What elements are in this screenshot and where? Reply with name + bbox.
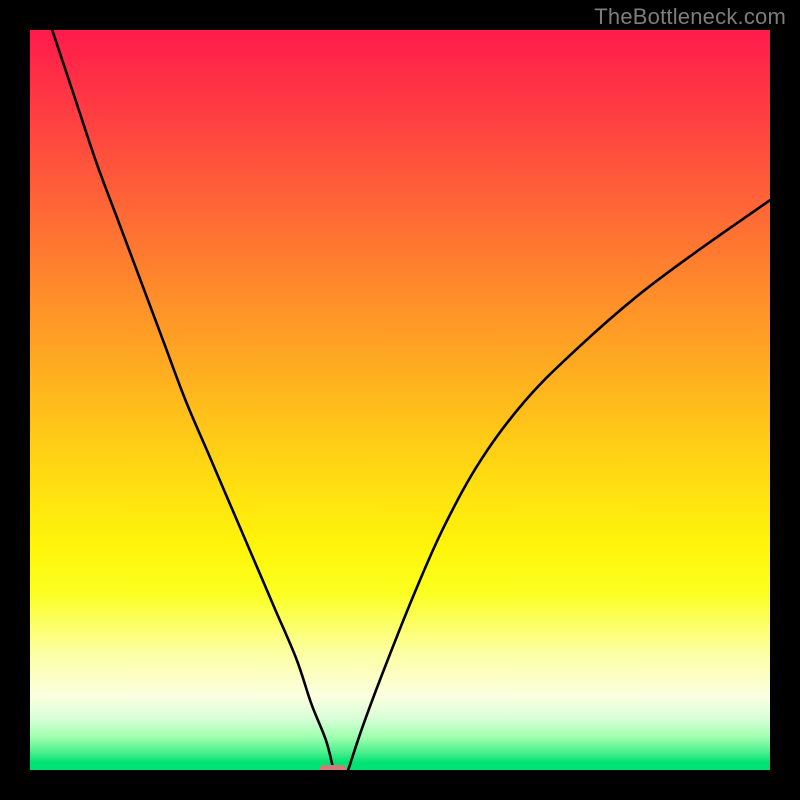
- curve-left-branch: [52, 30, 333, 770]
- optimum-marker: [319, 765, 347, 770]
- watermark-text: TheBottleneck.com: [594, 4, 786, 30]
- bottleneck-curve: [30, 30, 770, 770]
- curve-right-branch: [348, 200, 770, 770]
- plot-area: [30, 30, 770, 770]
- chart-frame: TheBottleneck.com: [0, 0, 800, 800]
